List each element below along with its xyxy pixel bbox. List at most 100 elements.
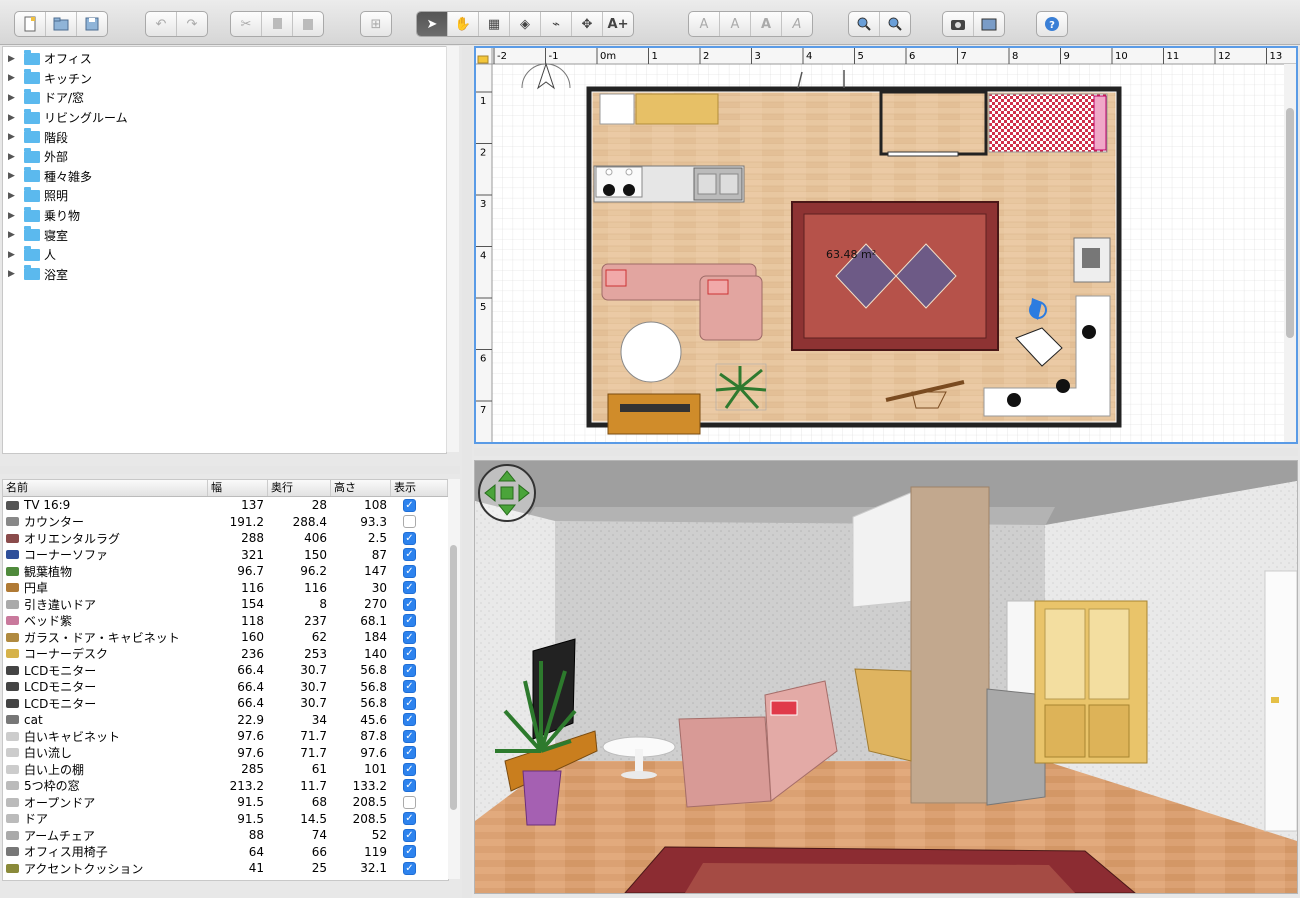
white-cabinet-plan[interactable] xyxy=(599,93,635,125)
plan-scroll-thumb[interactable] xyxy=(1286,108,1294,338)
furniture-row[interactable]: ガラス・ドア・キャビネット 160 62 184 ✓ xyxy=(3,629,448,646)
scrollbar-thumb[interactable] xyxy=(450,545,457,810)
furniture-row[interactable]: 白い上の棚 285 61 101 ✓ xyxy=(3,761,448,778)
furniture-row[interactable]: 引き違いドア 154 8 270 ✓ xyxy=(3,596,448,613)
furniture-row[interactable]: オリエンタルラグ 288 406 2.5 ✓ xyxy=(3,530,448,547)
visible-checkbox[interactable]: ✓ xyxy=(403,581,416,595)
furniture-row[interactable]: LCDモニター 66.4 30.7 56.8 ✓ xyxy=(3,662,448,679)
visible-checkbox[interactable]: ✓ xyxy=(403,812,416,826)
visible-checkbox[interactable]: ✓ xyxy=(403,647,416,661)
catalog-category-item[interactable]: ▶ 浴室 xyxy=(3,265,446,285)
expand-arrow-icon[interactable]: ▶ xyxy=(8,211,22,221)
furniture-row[interactable]: 5つ枠の窓 213.2 11.7 133.2 ✓ xyxy=(3,778,448,795)
column-header-name[interactable]: 名前 xyxy=(3,480,208,496)
catalog-category-item[interactable]: ▶ 外部 xyxy=(3,147,446,167)
visible-checkbox[interactable]: ✓ xyxy=(403,729,416,743)
catalog-category-item[interactable]: ▶ 人 xyxy=(3,245,446,265)
catalog-category-item[interactable]: ▶ ドア/窓 xyxy=(3,88,446,108)
catalog-category-item[interactable]: ▶ 階段 xyxy=(3,127,446,147)
bold-text-button[interactable]: A xyxy=(751,12,782,36)
catalog-category-item[interactable]: ▶ 照明 xyxy=(3,186,446,206)
expand-arrow-icon[interactable]: ▶ xyxy=(8,171,22,181)
cut-button[interactable]: ✂ xyxy=(231,12,262,36)
furniture-row[interactable]: 円卓 116 116 30 ✓ xyxy=(3,580,448,597)
navigation-arrows-widget[interactable] xyxy=(478,464,536,522)
floor-plan-view[interactable]: -2 -1 0m 1 2 3 4 5 6 7 8 9 10 11 12 13 1234567 xyxy=(474,46,1298,444)
decrease-text-size-button[interactable]: A xyxy=(720,12,751,36)
italic-text-button[interactable]: A xyxy=(782,12,812,36)
create-video-button[interactable] xyxy=(974,12,1004,36)
create-rooms-button[interactable]: ◈ xyxy=(510,12,541,36)
visible-checkbox[interactable]: ✓ xyxy=(403,564,416,578)
visible-checkbox[interactable]: ✓ xyxy=(403,713,416,727)
select-mode-button[interactable]: ➤ xyxy=(417,12,448,36)
create-dimensions-button[interactable]: ✥ xyxy=(572,12,603,36)
visible-checkbox[interactable]: ✓ xyxy=(403,680,416,694)
catalog-scrollbar[interactable] xyxy=(446,46,459,452)
column-header-height[interactable]: 高さ xyxy=(331,480,391,496)
expand-arrow-icon[interactable]: ▶ xyxy=(8,113,22,123)
furniture-row[interactable]: 観葉植物 96.7 96.2 147 ✓ xyxy=(3,563,448,580)
furniture-row[interactable]: カウンター 191.2 288.4 93.3 xyxy=(3,514,448,531)
redo-button[interactable]: ↷ xyxy=(177,12,207,36)
furniture-row[interactable]: cat 22.9 34 45.6 ✓ xyxy=(3,712,448,729)
visible-checkbox[interactable]: ✓ xyxy=(403,614,416,628)
expand-arrow-icon[interactable]: ▶ xyxy=(8,191,22,201)
furniture-table-scrollbar[interactable] xyxy=(448,479,460,879)
column-header-visible[interactable]: 表示 xyxy=(391,480,448,496)
furniture-row[interactable]: LCDモニター 66.4 30.7 56.8 ✓ xyxy=(3,695,448,712)
left-horizontal-splitter[interactable] xyxy=(0,466,460,474)
zoom-out-button[interactable] xyxy=(880,12,910,36)
visible-checkbox[interactable] xyxy=(403,515,416,529)
column-header-depth[interactable]: 奥行 xyxy=(268,480,331,496)
catalog-category-item[interactable]: ▶ 寝室 xyxy=(3,225,446,245)
catalog-category-item[interactable]: ▶ キッチン xyxy=(3,69,446,89)
expand-arrow-icon[interactable]: ▶ xyxy=(8,73,22,83)
paste-button[interactable] xyxy=(293,12,323,36)
expand-arrow-icon[interactable]: ▶ xyxy=(8,230,22,240)
catalog-category-item[interactable]: ▶ オフィス xyxy=(3,49,446,69)
plan-canvas[interactable]: -2 -1 0m 1 2 3 4 5 6 7 8 9 10 11 12 13 1234567 xyxy=(476,48,1296,442)
furniture-row[interactable]: コーナーソファ 321 150 87 ✓ xyxy=(3,547,448,564)
create-polylines-button[interactable]: ⌁ xyxy=(541,12,572,36)
catalog-category-item[interactable]: ▶ リビングルーム xyxy=(3,108,446,128)
expand-arrow-icon[interactable]: ▶ xyxy=(8,54,22,64)
sliding-door-plan[interactable] xyxy=(887,151,959,157)
upper-shelf-plan[interactable] xyxy=(635,93,719,125)
tv-stand-plan[interactable] xyxy=(607,393,701,435)
visible-checkbox[interactable] xyxy=(403,795,416,809)
expand-arrow-icon[interactable]: ▶ xyxy=(8,152,22,162)
visible-checkbox[interactable]: ✓ xyxy=(403,845,416,859)
zoom-in-button[interactable] xyxy=(849,12,880,36)
expand-arrow-icon[interactable]: ▶ xyxy=(8,250,22,260)
furniture-row[interactable]: オープンドア 91.5 68 208.5 xyxy=(3,794,448,811)
visible-checkbox[interactable]: ✓ xyxy=(403,828,416,842)
visible-checkbox[interactable]: ✓ xyxy=(403,548,416,562)
expand-arrow-icon[interactable]: ▶ xyxy=(8,93,22,103)
increase-text-size-button[interactable]: A xyxy=(689,12,720,36)
furniture-row[interactable]: LCDモニター 66.4 30.7 56.8 ✓ xyxy=(3,679,448,696)
visible-checkbox[interactable]: ✓ xyxy=(403,696,416,710)
furniture-row[interactable]: アクセントクッション 41 25 32.1 ✓ xyxy=(3,860,448,877)
catalog-category-item[interactable]: ▶ 乗り物 xyxy=(3,206,446,226)
visible-checkbox[interactable]: ✓ xyxy=(403,498,416,512)
create-walls-button[interactable]: ▦ xyxy=(479,12,510,36)
visible-checkbox[interactable]: ✓ xyxy=(403,531,416,545)
stove-plan[interactable] xyxy=(595,166,643,198)
visible-checkbox[interactable]: ✓ xyxy=(403,597,416,611)
expand-arrow-icon[interactable]: ▶ xyxy=(8,269,22,279)
add-text-button[interactable]: A+ xyxy=(603,12,633,36)
visible-checkbox[interactable]: ✓ xyxy=(403,762,416,776)
undo-button[interactable]: ↶ xyxy=(146,12,177,36)
add-furniture-button[interactable]: ⊞ xyxy=(361,12,391,36)
save-button[interactable] xyxy=(77,12,107,36)
furniture-row[interactable]: オフィス用椅子 64 66 119 ✓ xyxy=(3,844,448,861)
open-button[interactable] xyxy=(46,12,77,36)
bed-plan[interactable] xyxy=(988,93,1108,153)
furniture-row[interactable]: ドア 91.5 14.5 208.5 ✓ xyxy=(3,811,448,828)
main-vertical-splitter[interactable] xyxy=(462,46,472,898)
help-button[interactable]: ? xyxy=(1037,12,1067,36)
visible-checkbox[interactable]: ✓ xyxy=(403,663,416,677)
visible-checkbox[interactable]: ✓ xyxy=(403,630,416,644)
furniture-row[interactable]: アームチェア 88 74 52 ✓ xyxy=(3,827,448,844)
